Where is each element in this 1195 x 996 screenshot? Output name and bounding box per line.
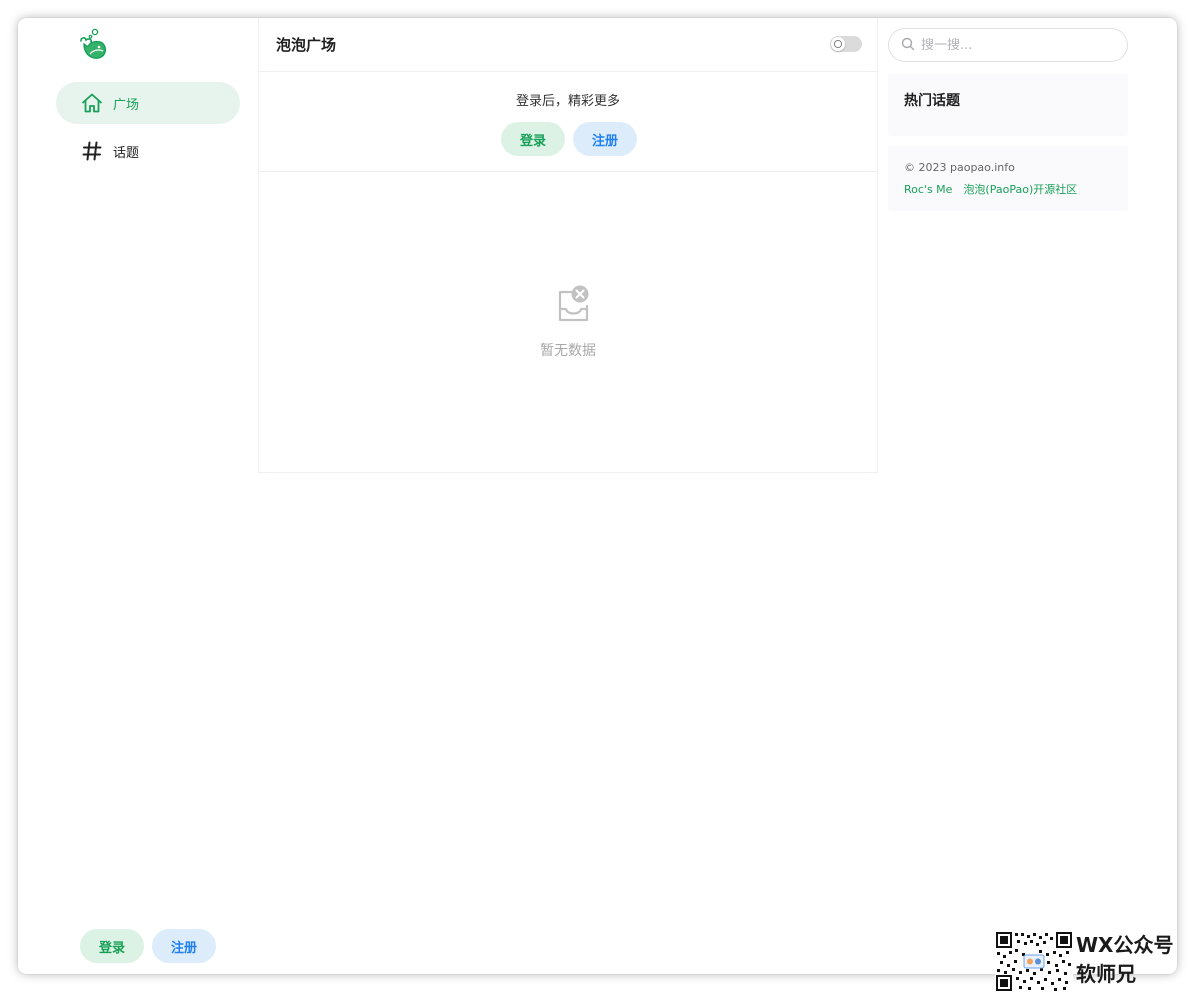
main-header: 泡泡广场 (259, 18, 877, 72)
home-icon (80, 91, 104, 115)
app-window: 广场 话题 登录 注册 泡泡广场 登录后，精彩更多 登录 注册 暂无数据 搜一搜… (18, 18, 1177, 974)
footer-links: Roc's Me 泡泡(PaoPao)开源社区 (904, 181, 1088, 197)
sidebar-login-button[interactable]: 登录 (80, 929, 144, 963)
footer-link-rocs-me[interactable]: Roc's Me (904, 183, 952, 196)
sidebar-item-topics[interactable]: 话题 (56, 130, 240, 172)
search-input[interactable] (921, 37, 1111, 53)
sidebar-item-square[interactable]: 广场 (56, 82, 240, 124)
sidebar-item-label: 话题 (113, 145, 140, 161)
auth-prompt: 登录后，精彩更多 登录 注册 (259, 72, 877, 172)
sidebar-register-button[interactable]: 注册 (152, 929, 216, 963)
footer-card: © 2023 paopao.info Roc's Me 泡泡(PaoPao)开源社… (888, 146, 1128, 211)
register-button[interactable]: 注册 (573, 122, 637, 156)
search-icon (901, 36, 915, 55)
page-title: 泡泡广场 (276, 36, 337, 54)
footer-link-paopao-community[interactable]: 泡泡(PaoPao)开源社区 (963, 183, 1077, 196)
moon-icon (831, 37, 845, 51)
search-box[interactable] (888, 28, 1128, 62)
copyright-text: © 2023 paopao.info (904, 161, 1015, 174)
hot-topics-card: 热门话题 (888, 74, 1128, 136)
main-panel: 泡泡广场 登录后，精彩更多 登录 注册 暂无数据 (258, 18, 878, 473)
paopao-logo-icon[interactable] (74, 28, 110, 64)
hash-icon (80, 139, 104, 163)
theme-toggle[interactable] (830, 36, 862, 52)
auth-hint-text: 登录后，精彩更多 (515, 94, 620, 109)
hot-topics-title: 热门话题 (904, 93, 960, 109)
login-button[interactable]: 登录 (501, 122, 565, 156)
sidebar-item-label: 广场 (113, 97, 140, 113)
watermark-line-2: 软师兄 (1076, 962, 1136, 986)
empty-inbox-icon (549, 284, 591, 326)
empty-state-text: 暂无数据 (540, 343, 596, 359)
watermark-line-1: WX公众号 (1076, 933, 1174, 957)
qr-code-icon (995, 931, 1073, 992)
